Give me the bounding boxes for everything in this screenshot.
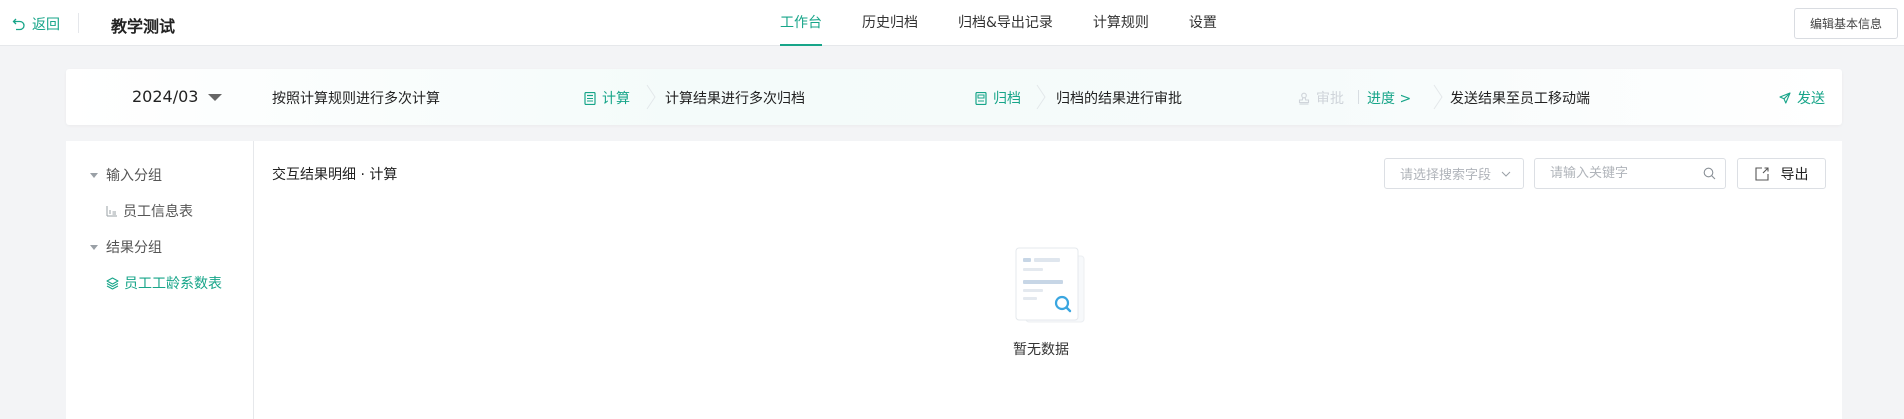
export-icon [1754,166,1769,181]
archive-button[interactable]: 归档 [975,88,1021,108]
send-icon [1779,92,1791,104]
send-label: 发送 [1797,91,1825,107]
tab-archive-export-records[interactable]: 归档&导出记录 [938,0,1073,46]
step-separator-icon [1036,84,1046,110]
step4-description: 发送结果至员工移动端 [1450,91,1590,107]
progress-link[interactable]: 进度 > [1367,88,1411,108]
sidebar-item-seniority-coefficient[interactable]: 员工工龄系数表 [106,273,222,293]
content-title: 交互结果明细 · 计算 [272,167,398,183]
sidebar-item-label: 员工工龄系数表 [124,276,222,292]
calculator-icon [584,91,596,105]
undo-icon [12,18,25,31]
export-button[interactable]: 导出 [1737,158,1826,189]
step-separator-icon [1433,84,1443,110]
app-title: 教学测试 [111,17,176,36]
sidebar-item-employee-info[interactable]: 员工信息表 [106,201,193,221]
calculate-button[interactable]: 计算 [584,88,630,108]
back-button[interactable]: 返回 [12,14,60,34]
empty-state-text: 暂无数据 [1013,342,1069,358]
progress-divider [1358,90,1359,104]
empty-document-icon [1015,247,1085,323]
back-label: 返回 [32,17,60,33]
caret-down-icon [208,94,223,101]
sidebar: 输入分组 员工信息表 结果分组 员工工龄系数表 [66,141,254,419]
step-separator-icon [646,84,656,110]
triangle-down-icon [90,244,98,250]
header-divider [78,13,79,33]
period-selector[interactable]: 2024/03 [132,87,223,106]
step1-description: 按照计算规则进行多次计算 [272,91,440,107]
main-panel: 输入分组 员工信息表 结果分组 员工工龄系数表 交互结果明细 · 计算 请选择搜… [66,141,1842,419]
step3-description: 归档的结果进行审批 [1056,91,1182,107]
chevron-down-icon [1501,171,1511,177]
search-field-placeholder: 请选择搜索字段 [1400,168,1492,183]
top-header: 返回 教学测试 工作台 历史归档 归档&导出记录 计算规则 设置 编辑基本信息 [0,0,1904,46]
approve-button[interactable]: 审批 [1298,88,1344,108]
sidebar-item-label: 员工信息表 [123,204,193,220]
tree-group-result[interactable]: 结果分组 [90,237,162,257]
search-icon[interactable] [1703,167,1716,180]
search-field-select[interactable]: 请选择搜索字段 [1384,158,1524,189]
tab-calc-rules[interactable]: 计算规则 [1073,0,1169,46]
keyword-search-input[interactable] [1534,158,1726,189]
period-value: 2024/03 [132,87,199,106]
archive-label: 归档 [993,91,1021,107]
tab-history-archive[interactable]: 历史归档 [842,0,938,46]
triangle-down-icon [90,172,98,178]
tab-workbench[interactable]: 工作台 [760,0,842,46]
tree-group-label: 输入分组 [106,168,162,184]
edit-basic-info-button[interactable]: 编辑基本信息 [1794,8,1898,39]
table-icon [106,206,117,217]
main-tabs: 工作台 历史归档 归档&导出记录 计算规则 设置 [760,0,1237,46]
step2-description: 计算结果进行多次归档 [665,91,805,107]
tree-group-input[interactable]: 输入分组 [90,165,162,185]
calculate-label: 计算 [602,91,630,107]
tree-group-label: 结果分组 [106,240,162,256]
workflow-steps-bar: 2024/03 按照计算规则进行多次计算 计算 计算结果进行多次归档 归档 归档… [66,69,1842,125]
archive-icon [975,91,987,105]
tab-settings[interactable]: 设置 [1169,0,1237,46]
stamp-icon [1298,92,1310,105]
export-label: 导出 [1780,166,1809,183]
layers-icon [106,276,119,290]
send-button[interactable]: 发送 [1779,88,1825,108]
approve-label: 审批 [1316,91,1344,107]
